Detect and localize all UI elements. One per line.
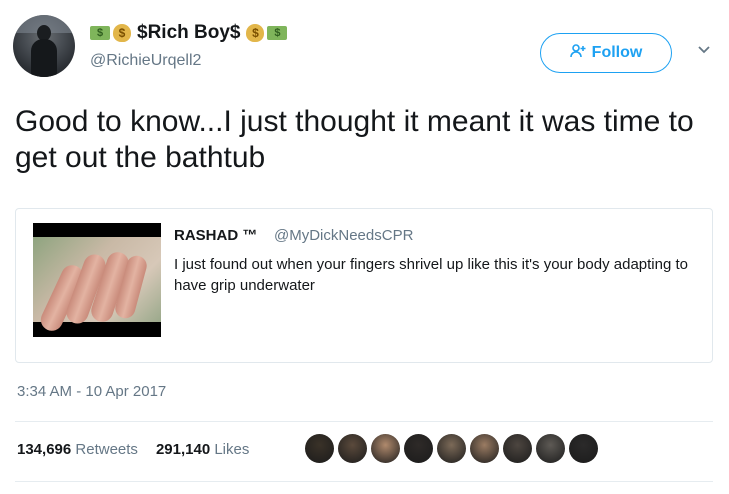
author-name-row[interactable]: $ $ $Rich Boy$ $ $ (90, 22, 288, 44)
liker-avatar[interactable] (371, 434, 400, 463)
chevron-down-icon[interactable] (697, 42, 711, 58)
add-user-icon (569, 43, 586, 63)
liker-avatar[interactable] (536, 434, 565, 463)
money-with-wings-icon: $ (267, 26, 288, 40)
follow-label: Follow (591, 44, 643, 61)
likes-count: 291,140 (155, 441, 211, 458)
divider-bottom (15, 481, 713, 482)
liker-avatars (305, 434, 598, 463)
retweets-stat[interactable]: 134,696 Retweets (17, 441, 138, 458)
chevron-down-svg (698, 46, 710, 54)
likes-stat[interactable]: 291,140 Likes (156, 441, 249, 458)
liker-avatar[interactable] (437, 434, 466, 463)
liker-avatar[interactable] (404, 434, 433, 463)
retweets-label: Retweets (75, 441, 138, 458)
money-bag-icon: $ (246, 24, 265, 42)
money-with-wings-icon: $ (90, 26, 110, 40)
tweet-text: Good to know...I just thought it meant i… (15, 105, 694, 174)
engagement-stats: 134,696 Retweets 291,140 Likes (17, 441, 249, 458)
liker-avatar[interactable] (338, 434, 367, 463)
profile-avatar[interactable] (13, 15, 75, 77)
liker-avatar[interactable] (503, 434, 532, 463)
liker-avatar[interactable] (305, 434, 334, 463)
retweets-count: 134,696 (17, 441, 72, 458)
author-display-name[interactable]: $Rich Boy$ (134, 22, 243, 44)
quoted-tweet-text: I just found out when your fingers shriv… (174, 256, 688, 294)
divider-top (15, 421, 713, 422)
liker-avatar[interactable] (569, 434, 598, 463)
follow-button[interactable]: Follow (540, 33, 672, 73)
avatar-figure (31, 39, 57, 77)
quoted-author-name: RASHAD ™ (174, 227, 258, 244)
money-bag-icon: $ (113, 24, 131, 42)
quoted-tweet[interactable]: RASHAD ™ @MyDickNeedsCPR I just found ou… (15, 208, 713, 363)
quoted-tweet-image[interactable] (33, 223, 161, 337)
quoted-author-handle: @MyDickNeedsCPR (274, 227, 414, 244)
liker-avatar[interactable] (470, 434, 499, 463)
tweet-timestamp[interactable]: 3:34 AM - 10 Apr 2017 (17, 383, 166, 400)
author-handle[interactable]: @RichieUrqell2 (90, 52, 201, 70)
likes-label: Likes (214, 441, 250, 458)
add-user-icon-svg (569, 44, 586, 58)
